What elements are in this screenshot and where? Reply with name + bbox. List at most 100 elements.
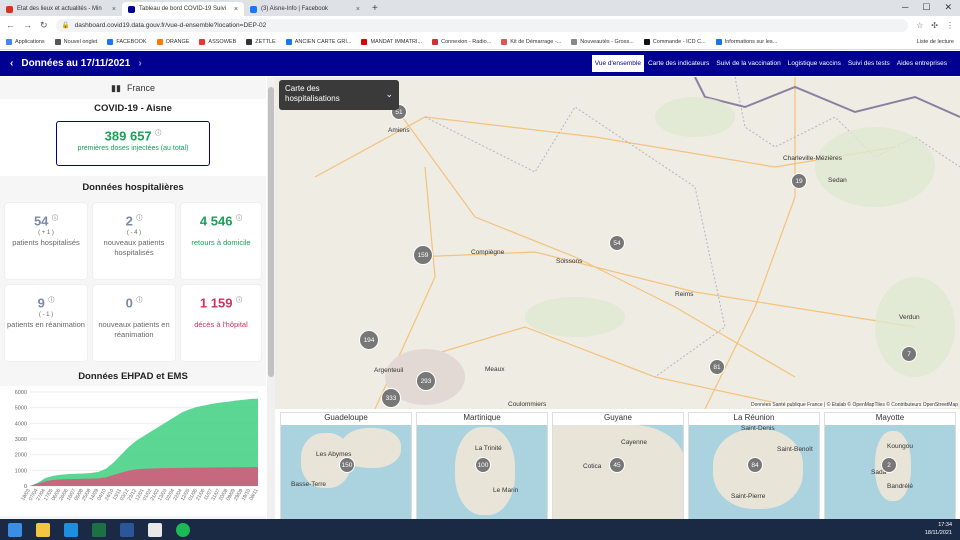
menu-item[interactable]: Suivi de la vaccination [713,55,783,72]
map-bubble[interactable]: 81 [709,359,725,375]
info-icon[interactable]: ⓘ [136,298,142,304]
menu-item[interactable]: Suivi des tests [845,55,893,72]
vaccine-label: premières doses injectées (au total) [77,145,189,153]
info-icon[interactable]: ⓘ [236,298,242,304]
hospital-card[interactable]: 9 ⓘ ( - 1 ) patients en réanimation [5,285,87,361]
map-bubble[interactable]: 19 [791,173,807,189]
extensions-icon[interactable]: ✣ [931,21,938,30]
close-tab-icon[interactable]: × [356,6,360,13]
menu-item[interactable]: Aides entreprises [894,55,950,72]
menu-icon[interactable]: ⋮ [946,21,954,30]
hospital-card[interactable]: 0 ⓘ nouveaux patients en réanimation [93,285,175,361]
bookmark-icon [571,38,578,45]
close-tab-icon[interactable]: × [234,6,238,13]
start-icon[interactable] [8,522,22,537]
vaccine-card[interactable]: 389 657 ⓘ premières doses injectées (au … [56,121,210,166]
info-icon[interactable]: ⓘ [48,298,54,304]
bookmark-label: ASSOWEB [208,38,237,45]
file-explorer-icon[interactable] [36,522,50,537]
close-window-icon[interactable]: ✕ [944,2,952,13]
clock[interactable]: 17:34 18/11/2021 [925,522,952,536]
dom-reunion[interactable]: La Réunion Saint-Denis Saint-Benoît Sain… [688,412,820,520]
scrollbar-thumb[interactable] [268,87,274,377]
word-icon[interactable] [120,522,134,537]
map-bubble[interactable]: 293 [416,371,436,391]
info-icon[interactable]: ⓘ [52,216,58,222]
bookmark-item[interactable]: ASSOWEB [199,38,237,45]
city-label: Meaux [485,366,505,373]
map-bubble[interactable]: 194 [359,330,379,350]
forward-icon[interactable]: → [23,20,32,30]
browser-tab-3[interactable]: (3) Aisne-Info | Facebook × [244,2,366,16]
hospital-cards: 54 ⓘ ( + 1 ) patients hospitalisés 2 ⓘ ( - 4… [0,197,266,367]
excel-icon[interactable] [92,522,106,537]
reading-list[interactable]: Liste de lecture [917,39,954,45]
card-label: patients en réanimation [7,320,85,330]
back-icon[interactable]: ← [6,20,15,30]
browser-tab-bar: Etat des lieux et actualités - Min × Tabl… [0,0,960,16]
map-bubble[interactable]: 84 [747,457,763,473]
dom-guyane[interactable]: Guyane Cayenne Cotica 45 [552,412,684,520]
hospitalisation-map[interactable]: Amiens Charleville-Mézières Sedan Compiè… [275,77,960,409]
bookmark-label: MANDAT IMMATRI... [370,38,423,45]
ehpad-chart: 6000 5000 4000 3000 2000 1000 0 18/03 07/04 27/04… [0,386,266,516]
bookmark-item[interactable]: MANDAT IMMATRI... [361,38,423,45]
y-tick-label: 1000 [15,468,27,474]
place-label: Cotica [583,463,602,470]
new-tab-button[interactable]: + [366,3,384,16]
bookmark-item[interactable]: Nouveautés - Gross... [571,38,634,45]
menu-item[interactable]: Logistique vaccins [785,55,844,72]
hospital-card[interactable]: 4 546 ⓘ retours à domicile [181,203,261,279]
dashboard-header: ‹ Données au 17/11/2021 › Vue d'ensemble Ca… [0,51,960,76]
panel-scrollbar[interactable] [267,77,275,519]
card-delta-spacer [93,312,175,318]
map-bubble[interactable]: 100 [475,457,491,473]
bookmark-item[interactable]: Connexion - Radio... [432,38,492,45]
location-selector[interactable]: ▮▮ France [0,77,266,99]
reload-icon[interactable]: ↻ [40,20,48,31]
menu-item[interactable]: Vue d'ensemble [591,55,644,72]
bookmark-item[interactable]: Commande - ICD C... [643,38,706,45]
map-bubble[interactable]: 7 [901,346,917,362]
place-label: Saint-Pierre [731,493,766,500]
map-type-selector[interactable]: Carte des hospitalisations ⌄ [279,80,399,110]
map-bubble[interactable]: 45 [609,457,625,473]
browser-tab-1[interactable]: Etat des lieux et actualités - Min × [0,2,122,16]
hospital-card[interactable]: 1 159 ⓘ décès à l'hôpital [181,285,261,361]
menu-item[interactable]: Carte des indicateurs [645,55,712,72]
bookmark-item[interactable]: ZETTLE [246,38,276,45]
url-field[interactable]: 🔒 dashboard.covid19.data.gouv.fr/vue-d-en… [55,18,909,32]
bookmark-item[interactable]: Nouvel onglet [54,38,97,45]
edge-icon[interactable] [64,522,78,537]
bookmark-item[interactable]: Kit de Démarrage -... [501,38,561,45]
info-icon[interactable]: ⓘ [136,216,142,222]
bookmark-item[interactable]: FACEBOOK [107,38,147,45]
map-bubble[interactable]: 333 [381,388,401,408]
bookmark-item[interactable]: ANCIEN CARTE GRI... [285,38,351,45]
bookmark-item[interactable]: Applications [6,38,45,45]
browser-tab-2[interactable]: Tableau de bord COVID-19 Suivi × [122,2,244,16]
dom-martinique[interactable]: Martinique La Trinité Le Marin 100 [416,412,548,520]
chevron-right-icon[interactable]: › [138,58,141,69]
close-tab-icon[interactable]: × [112,6,116,13]
info-icon[interactable]: ⓘ [236,216,242,222]
dom-mayotte[interactable]: Mayotte Koungou Sada Bandrélé 2 [824,412,956,520]
map-bubble[interactable]: 150 [339,457,355,473]
info-icon[interactable]: ⓘ [155,131,161,137]
map-bubble[interactable]: 2 [881,457,897,473]
chrome-icon[interactable] [148,522,162,537]
maximize-icon[interactable]: ☐ [922,2,930,13]
spotify-icon[interactable] [176,522,190,537]
bookmark-item[interactable]: Informations sur les... [715,38,777,45]
bookmark-label: Connexion - Radio... [441,38,492,45]
hospital-card[interactable]: 54 ⓘ ( + 1 ) patients hospitalisés [5,203,87,279]
minimize-icon[interactable]: ─ [902,2,908,13]
bookmark-item[interactable]: ORANGE [156,38,189,45]
dom-guadeloupe[interactable]: Guadeloupe Les Abymes Basse-Terre 150 [280,412,412,520]
map-bubble[interactable]: 159 [413,245,433,265]
map-bubble[interactable]: 54 [609,235,625,251]
hospital-card[interactable]: 2 ⓘ ( - 4 ) nouveaux patients hospitalisés [93,203,175,279]
star-icon[interactable]: ☆ [916,21,923,30]
bookmark-icon [199,38,206,45]
chevron-left-icon[interactable]: ‹ [10,58,13,69]
